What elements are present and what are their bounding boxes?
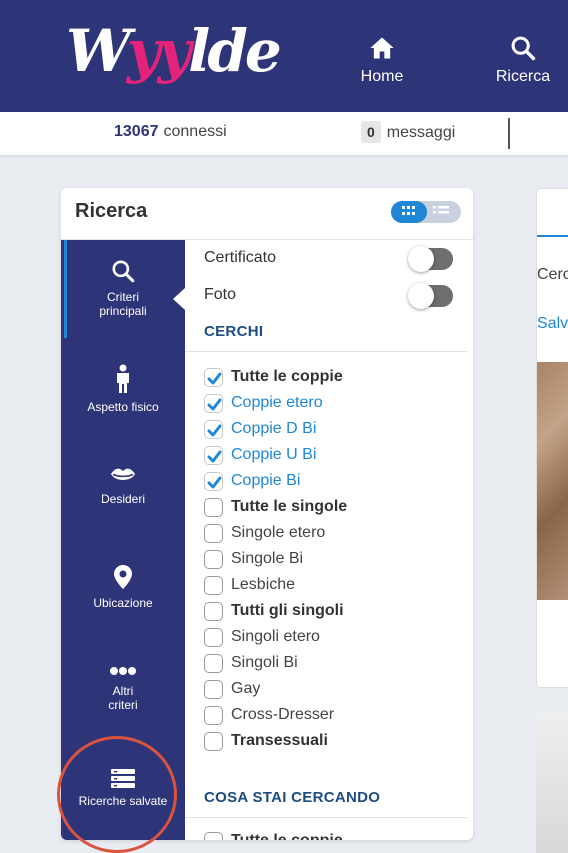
nav-ricerca[interactable]: Ricerca <box>490 34 556 86</box>
checkmark-icon <box>207 476 222 489</box>
checkbox[interactable] <box>204 524 223 543</box>
checkmark-icon <box>207 372 222 385</box>
checkbox-checked[interactable] <box>204 420 223 439</box>
sidebar-tab-ubicazione[interactable]: Ubicazione <box>61 564 185 610</box>
tab-label-line1: Aspetto fisico <box>87 400 159 414</box>
cerchi-option-label: Coppie etero <box>231 394 323 411</box>
criteria-panel: Certificato Foto CERCHI Tutte le coppie C… <box>185 240 473 840</box>
profile-card-partial[interactable] <box>536 714 568 853</box>
messages-label: messaggi <box>386 124 456 141</box>
cerchi-option-label: Singoli Bi <box>231 654 298 671</box>
checkmark-icon <box>207 398 222 411</box>
search-icon <box>511 36 536 61</box>
section-divider <box>185 817 467 818</box>
nav-home[interactable]: Home <box>356 34 408 86</box>
profile-photo[interactable] <box>537 362 568 600</box>
grid-view-icon[interactable] <box>402 206 416 218</box>
cerchi-option-label: Transessuali <box>231 732 328 749</box>
connected-count: 13067 <box>114 123 159 140</box>
tab-label-line1: Altri <box>112 684 134 698</box>
checkbox[interactable] <box>204 706 223 725</box>
checkbox[interactable] <box>204 654 223 673</box>
saved-search-link[interactable]: Salv <box>537 315 568 333</box>
status-bar: 13067 connessi 0 messaggi <box>0 112 568 155</box>
checkbox[interactable] <box>204 498 223 517</box>
checkbox-checked[interactable] <box>204 368 223 387</box>
site-logo[interactable]: Wyylde <box>66 14 282 94</box>
location-pin-icon <box>114 565 132 589</box>
checkbox[interactable] <box>204 680 223 699</box>
section-cerchi-title: CERCHI <box>204 323 264 340</box>
cerchi-option-label: Tutte le singole <box>231 498 348 515</box>
checkbox[interactable] <box>204 832 223 840</box>
cerchi-option-label: Cross-Dresser <box>231 706 335 723</box>
checkmark-icon <box>207 450 222 463</box>
lips-icon <box>111 468 135 480</box>
view-toggle[interactable] <box>391 201 461 223</box>
sidebar-tab-aspetto-fisico[interactable]: Aspetto fisico <box>61 364 185 414</box>
cerchi-option-label: Singoli etero <box>231 628 320 645</box>
checkbox[interactable] <box>204 576 223 595</box>
list-view-icon[interactable] <box>433 206 449 218</box>
status-divider <box>508 118 510 149</box>
nav-ricerca-label: Ricerca <box>495 68 551 85</box>
cerchi-option-label: Singole Bi <box>231 550 304 567</box>
checkbox-checked[interactable] <box>204 394 223 413</box>
sidebar-tab-desideri[interactable]: Desideri <box>61 466 185 506</box>
cerchi-option-label: Singole etero <box>231 524 326 541</box>
section-cosa-title: COSA STAI CERCANDO <box>204 789 381 806</box>
filter-certificato-label: Certificato <box>204 249 277 266</box>
card-title: Ricerca <box>75 200 148 222</box>
cerchi-option-label: Gay <box>231 680 261 697</box>
nav-home-label: Home <box>360 68 404 85</box>
tab-label-line2: principali <box>99 304 147 318</box>
messages-link[interactable]: 0 messaggi <box>361 121 455 143</box>
cerchi-option-label: Lesbiche <box>231 576 296 593</box>
highlight-circle <box>57 736 177 853</box>
checkbox[interactable] <box>204 550 223 569</box>
top-navbar: Wyylde Home Ricerca <box>0 0 568 112</box>
sidebar-tab-criteri-principali[interactable]: Criteri principali <box>61 258 185 318</box>
tab-label-line1: Ubicazione <box>93 596 153 610</box>
checkmark-icon <box>207 424 222 437</box>
sidebar-tab-altri-criteri[interactable]: Altri criteri <box>61 664 185 712</box>
dots-icon <box>110 667 136 675</box>
checkbox[interactable] <box>204 628 223 647</box>
toggle-knob <box>408 283 434 309</box>
results-text: Cerc <box>537 266 568 283</box>
toggle-knob <box>408 246 434 272</box>
cerchi-option-label: Coppie U Bi <box>231 446 317 463</box>
home-icon <box>370 37 394 59</box>
connected-label: connessi <box>163 123 227 140</box>
cerchi-option-label: Coppie Bi <box>231 472 301 489</box>
logo-wordmark: Wyylde <box>66 17 282 85</box>
checkbox[interactable] <box>204 602 223 621</box>
cerchi-option-label: Coppie D Bi <box>231 420 317 437</box>
person-icon <box>117 364 129 393</box>
section-divider <box>185 351 467 352</box>
checkbox-checked[interactable] <box>204 472 223 491</box>
checkbox-checked[interactable] <box>204 446 223 465</box>
search-icon <box>112 260 135 283</box>
certificato-toggle[interactable] <box>408 246 453 272</box>
cerchi-option-label: Tutte le coppie <box>231 368 343 385</box>
messages-count-badge: 0 <box>361 121 381 143</box>
foto-toggle[interactable] <box>408 283 453 309</box>
results-tab-underline <box>537 235 568 237</box>
connected-users[interactable]: 13067 connessi <box>114 123 227 141</box>
cosa-option-label: Tutte le coppie <box>231 830 343 840</box>
filter-foto-label: Foto <box>204 286 237 303</box>
tab-label-line1: Criteri <box>107 290 139 304</box>
results-panel: Cerc Salv <box>536 188 568 688</box>
checkbox[interactable] <box>204 732 223 751</box>
tab-label-line1: Desideri <box>100 492 145 506</box>
tab-label-line2: criteri <box>108 698 138 712</box>
cerchi-option-label: Tutti gli singoli <box>231 602 344 619</box>
